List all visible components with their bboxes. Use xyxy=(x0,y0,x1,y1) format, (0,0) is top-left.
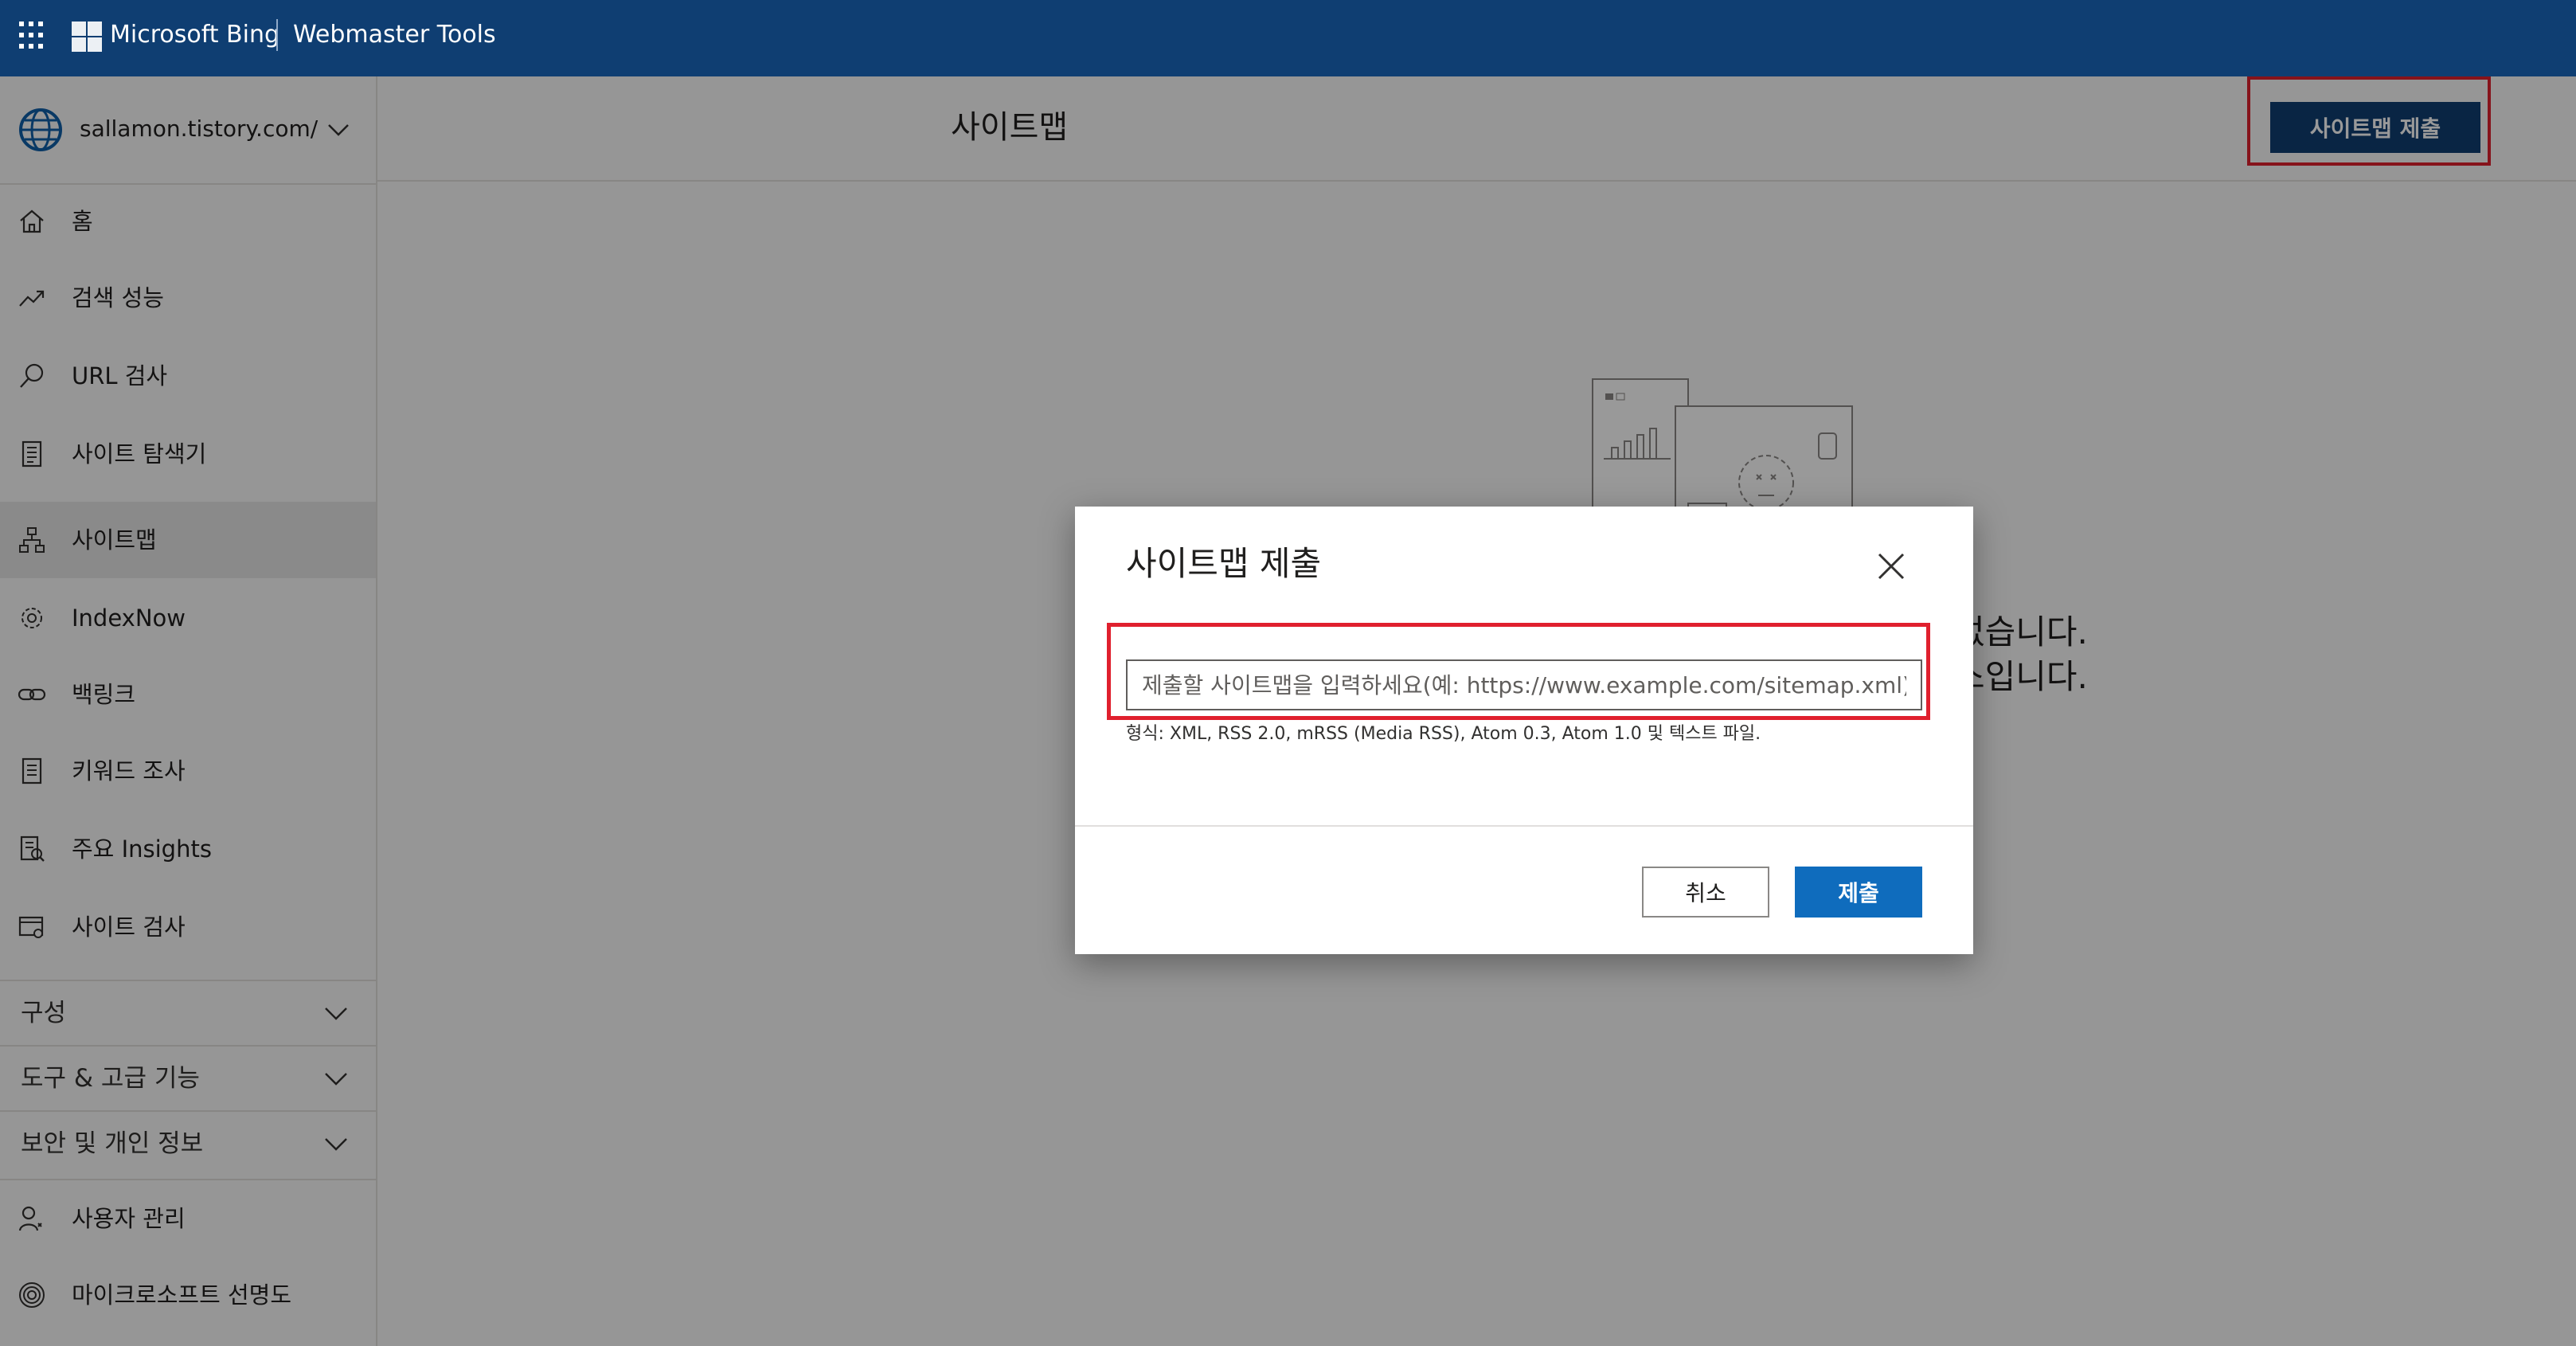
app-launcher-icon[interactable] xyxy=(19,22,48,50)
format-hint: 형식: XML, RSS 2.0, mRSS (Media RSS), Atom… xyxy=(1126,724,1761,744)
cancel-button[interactable]: 취소 xyxy=(1642,867,1769,918)
top-bar: Microsoft Bing Webmaster Tools xyxy=(0,0,2576,76)
sitemap-url-input[interactable] xyxy=(1126,659,1922,710)
product-name[interactable]: Webmaster Tools xyxy=(293,18,496,53)
brand-name[interactable]: Microsoft Bing xyxy=(110,18,279,53)
close-icon[interactable] xyxy=(1874,550,1908,583)
submit-button[interactable]: 제출 xyxy=(1795,867,1922,918)
microsoft-logo-icon xyxy=(72,22,102,52)
brand-separator xyxy=(276,19,278,51)
submit-sitemap-dialog: 사이트맵 제출 형식: XML, RSS 2.0, mRSS (Media RS… xyxy=(1075,507,1973,954)
dialog-divider xyxy=(1075,825,1973,827)
dialog-title: 사이트맵 제출 xyxy=(1126,544,1322,583)
